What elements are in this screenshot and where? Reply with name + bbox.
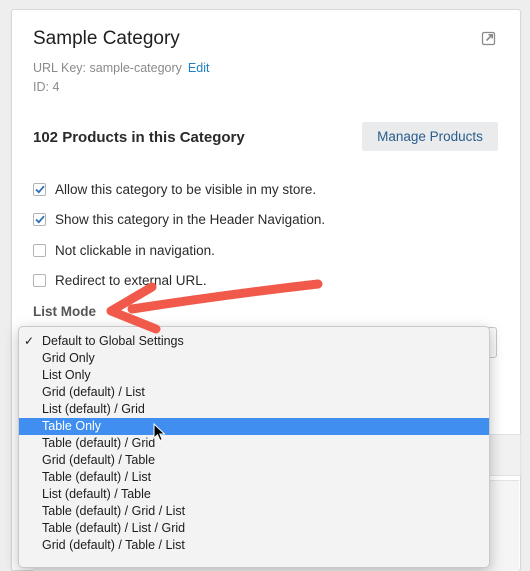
dropdown-option-highlighted[interactable]: Table Only bbox=[19, 418, 489, 435]
category-title: Sample Category bbox=[33, 28, 180, 49]
list-mode-dropdown[interactable]: ✓ Default to Global Settings Grid Only Li… bbox=[18, 326, 490, 568]
dropdown-option[interactable]: List Only bbox=[19, 367, 489, 384]
option-label: Allow this category to be visible in my … bbox=[55, 181, 317, 197]
option-header-navigation[interactable]: Show this category in the Header Navigat… bbox=[33, 211, 325, 227]
dropdown-option[interactable]: Grid (default) / Table bbox=[19, 452, 489, 469]
dropdown-option[interactable]: Grid Only bbox=[19, 350, 489, 367]
dropdown-option[interactable]: List (default) / Table bbox=[19, 486, 489, 503]
dropdown-option[interactable]: Grid (default) / List bbox=[19, 384, 489, 401]
edit-url-key-link[interactable]: Edit bbox=[188, 61, 210, 75]
option-not-clickable[interactable]: Not clickable in navigation. bbox=[33, 242, 215, 258]
option-visible-in-store[interactable]: Allow this category to be visible in my … bbox=[33, 181, 316, 197]
checkbox-redirect-url[interactable] bbox=[33, 273, 46, 287]
option-label: Show this category in the Header Navigat… bbox=[55, 211, 326, 227]
url-key-text: URL Key: sample-category bbox=[33, 61, 182, 75]
checkmark-icon bbox=[34, 185, 45, 194]
products-count-heading: 102 Products in this Category bbox=[33, 129, 245, 146]
manage-products-button[interactable]: Manage Products bbox=[362, 122, 498, 151]
list-mode-label: List Mode bbox=[33, 304, 96, 319]
dropdown-option-label: Default to Global Settings bbox=[42, 334, 184, 348]
checkbox-visible-in-store[interactable] bbox=[33, 182, 46, 196]
external-link-icon[interactable] bbox=[481, 30, 497, 46]
dropdown-option[interactable]: List (default) / Grid bbox=[19, 401, 489, 418]
dropdown-option[interactable]: Table (default) / List bbox=[19, 469, 489, 486]
dropdown-option[interactable]: Table (default) / Grid / List bbox=[19, 503, 489, 520]
checkmark-icon bbox=[34, 215, 45, 224]
dropdown-option[interactable]: Table (default) / Grid bbox=[19, 435, 489, 452]
checkbox-not-clickable[interactable] bbox=[33, 243, 46, 257]
option-label: Not clickable in navigation. bbox=[55, 242, 215, 258]
dropdown-option-default-global[interactable]: ✓ Default to Global Settings bbox=[19, 333, 489, 350]
category-id: ID: 4 bbox=[33, 80, 60, 94]
checkmark-icon: ✓ bbox=[24, 334, 35, 348]
dropdown-option[interactable]: Table (default) / List / Grid bbox=[19, 520, 489, 537]
url-key-line: URL Key: sample-category Edit bbox=[33, 61, 209, 75]
option-redirect-url[interactable]: Redirect to external URL. bbox=[33, 272, 207, 288]
checkbox-header-navigation[interactable] bbox=[33, 212, 46, 226]
option-label: Redirect to external URL. bbox=[55, 272, 207, 288]
